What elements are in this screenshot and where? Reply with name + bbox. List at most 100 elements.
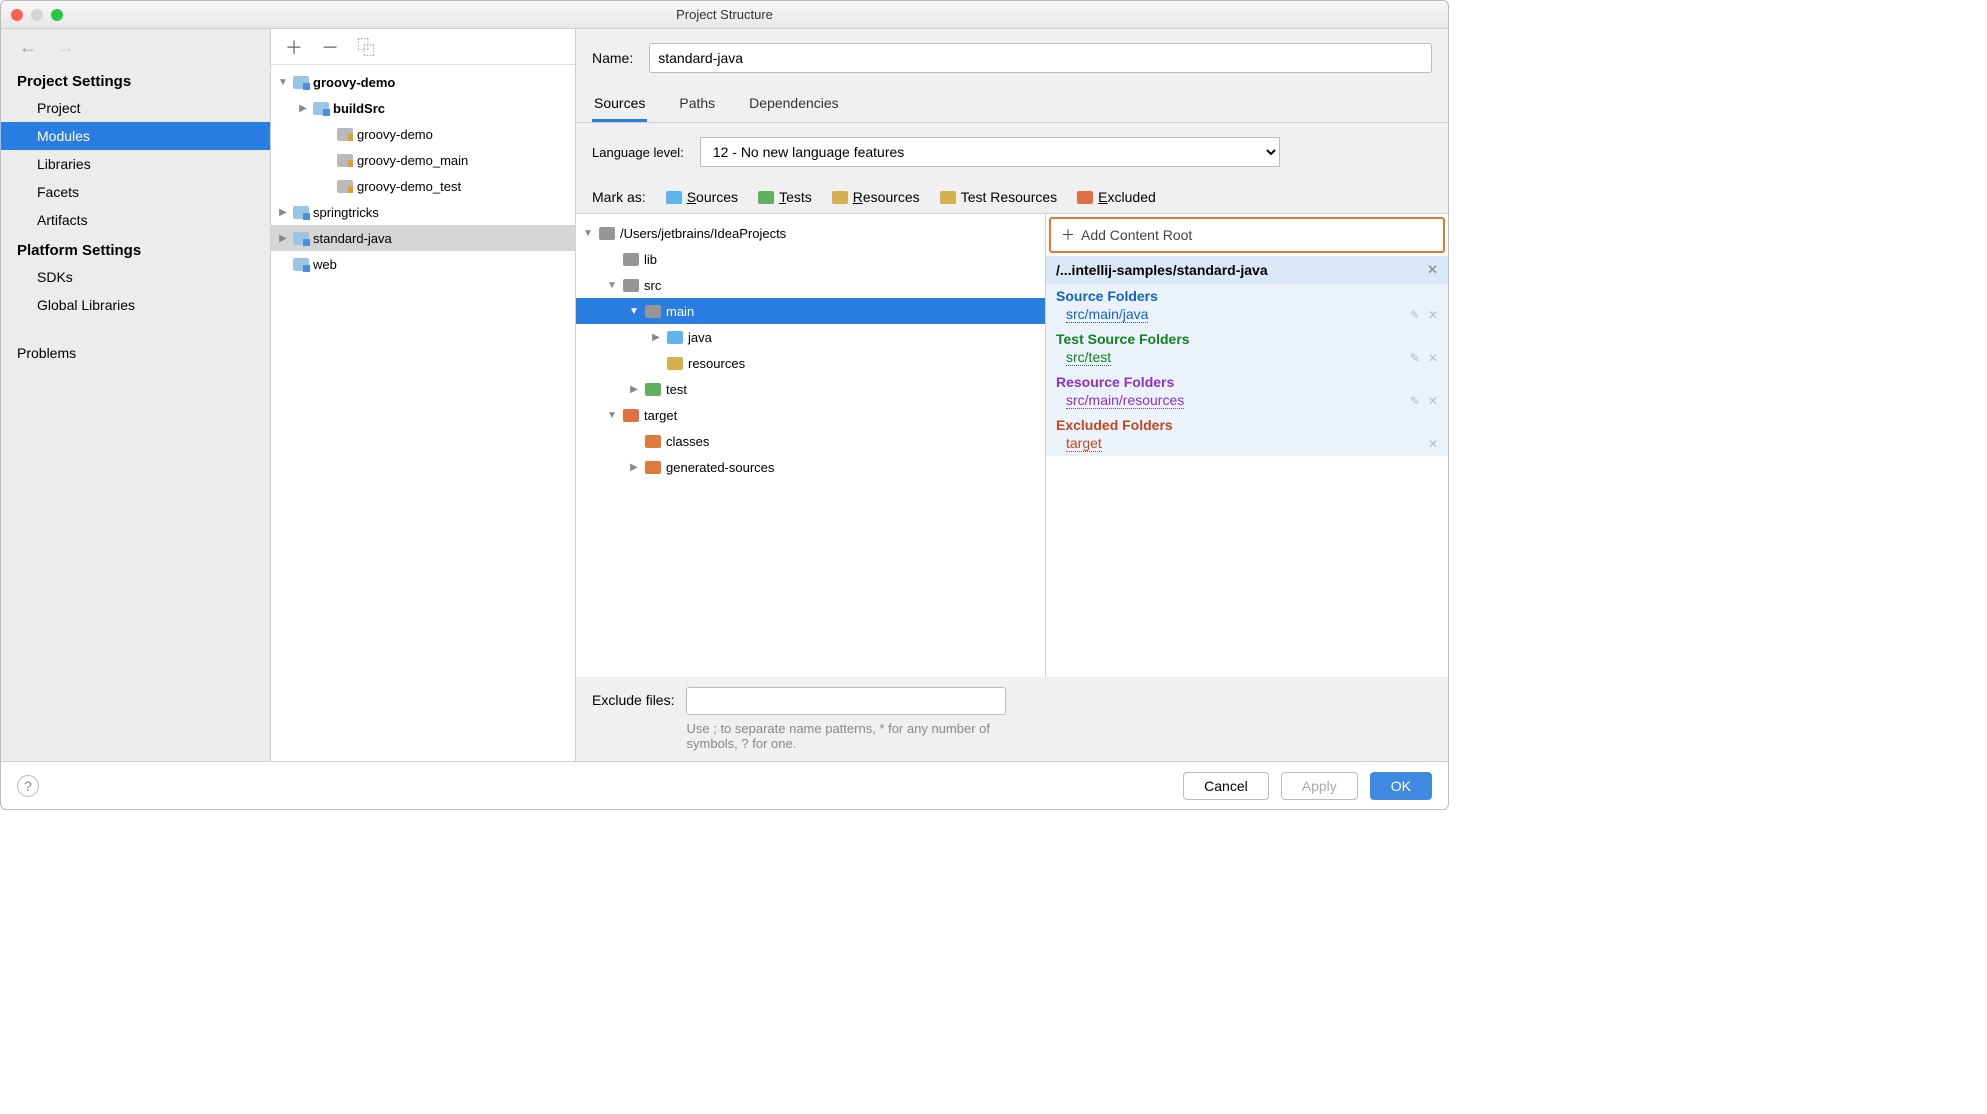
folder-icon — [337, 128, 353, 141]
expand-arrow-icon[interactable]: ▼ — [606, 410, 618, 421]
module-tree-item[interactable]: ▶ springtricks — [271, 199, 575, 225]
content-tree-item[interactable]: ▼src — [576, 272, 1045, 298]
expand-arrow-icon[interactable]: ▶ — [277, 233, 289, 244]
module-label: groovy-demo_main — [357, 153, 468, 168]
module-label: springtricks — [313, 205, 379, 220]
sidebar-item-libraries[interactable]: Libraries — [1, 150, 270, 178]
sidebar-item-facets[interactable]: Facets — [1, 178, 270, 206]
sidebar-item-artifacts[interactable]: Artifacts — [1, 206, 270, 234]
module-tree-item[interactable]: groovy-demo — [271, 121, 575, 147]
folder-label: lib — [644, 252, 657, 267]
content-tree-item[interactable]: classes — [576, 428, 1045, 454]
nav-back-icon[interactable]: ← — [19, 37, 37, 58]
expand-arrow-icon[interactable]: ▼ — [628, 306, 640, 317]
remove-icon[interactable]: ✕ — [1428, 351, 1438, 365]
edit-icon[interactable]: ✎ — [1410, 308, 1420, 322]
module-label: groovy-demo — [357, 127, 433, 142]
tab-sources[interactable]: Sources — [592, 87, 647, 122]
tab-dependencies[interactable]: Dependencies — [747, 87, 841, 122]
sidebar-item-global-libraries[interactable]: Global Libraries — [1, 291, 270, 319]
content-tree-item[interactable]: ▶test — [576, 376, 1045, 402]
mark-as-resources[interactable]: Resources — [832, 189, 920, 205]
folder-group-item[interactable]: target ✕ — [1056, 433, 1438, 454]
help-icon[interactable]: ? — [17, 775, 39, 797]
folder-icon — [1077, 191, 1093, 204]
folder-group-header: Excluded Folders — [1056, 417, 1438, 433]
folder-group-item[interactable]: src/main/resources✎✕ — [1056, 390, 1438, 411]
remove-module-icon[interactable]: － — [321, 34, 339, 60]
mark-as-label: Mark as: — [592, 189, 646, 205]
settings-sidebar: ← → Project SettingsProjectModulesLibrar… — [1, 29, 271, 761]
apply-button[interactable]: Apply — [1281, 772, 1358, 800]
add-module-icon[interactable]: ＋ — [285, 34, 303, 60]
module-tree-item[interactable]: ▼ groovy-demo — [271, 69, 575, 95]
content-tree-item[interactable]: ▼/Users/jetbrains/IdeaProjects — [576, 220, 1045, 246]
sidebar-item-modules[interactable]: Modules — [1, 122, 270, 150]
expand-arrow-icon[interactable]: ▶ — [650, 332, 662, 343]
mark-label: Resources — [853, 189, 920, 205]
mark-as-tests[interactable]: Tests — [758, 189, 812, 205]
module-tree-item[interactable]: ▶standard-java — [271, 225, 575, 251]
mark-as-excluded[interactable]: Excluded — [1077, 189, 1156, 205]
folder-group-header: Source Folders — [1056, 288, 1438, 304]
exclude-files-input[interactable] — [686, 687, 1006, 715]
module-tree-item[interactable]: web — [271, 251, 575, 277]
content-tree-item[interactable]: ▶java — [576, 324, 1045, 350]
expand-arrow-icon[interactable]: ▶ — [628, 462, 640, 473]
folder-icon — [940, 191, 956, 204]
remove-icon[interactable]: ✕ — [1428, 308, 1438, 322]
expand-arrow-icon[interactable]: ▼ — [582, 228, 594, 239]
folder-label: resources — [688, 356, 745, 371]
folder-icon — [758, 191, 774, 204]
minimize-window-button[interactable] — [31, 9, 43, 21]
expand-arrow-icon[interactable]: ▶ — [297, 103, 309, 114]
content-tree-item[interactable]: resources — [576, 350, 1045, 376]
folder-path: target — [1066, 435, 1102, 452]
copy-module-icon[interactable]: ⿻ — [357, 34, 375, 60]
sidebar-item-problems[interactable]: Problems — [1, 339, 270, 367]
module-tree-item[interactable]: ▶buildSrc — [271, 95, 575, 121]
sidebar-item-project[interactable]: Project — [1, 94, 270, 122]
content-tree-item[interactable]: ▶ generated-sources — [576, 454, 1045, 480]
cancel-button[interactable]: Cancel — [1183, 772, 1269, 800]
expand-arrow-icon[interactable]: ▼ — [606, 280, 618, 291]
folder-icon — [623, 409, 639, 422]
mark-as-test-resources[interactable]: Test Resources — [940, 189, 1057, 205]
content-root-header[interactable]: /...intellij-samples/standard-java ✕ — [1046, 256, 1448, 284]
edit-icon[interactable]: ✎ — [1410, 394, 1420, 408]
maximize-window-button[interactable] — [51, 9, 63, 21]
folder-group-item[interactable]: src/main/java✎✕ — [1056, 304, 1438, 325]
folder-path: src/test — [1066, 349, 1111, 366]
folder-group-item[interactable]: src/test ✎ ✕ — [1056, 347, 1438, 368]
close-window-button[interactable] — [11, 9, 23, 21]
folder-label: generated-sources — [666, 460, 774, 475]
folder-icon — [645, 435, 661, 448]
remove-icon[interactable]: ✕ — [1428, 394, 1438, 408]
folder-icon — [337, 154, 353, 167]
expand-arrow-icon[interactable]: ▶ — [277, 207, 289, 218]
content-tree-item[interactable]: ▼main — [576, 298, 1045, 324]
mark-as-sources[interactable]: Sources — [666, 189, 738, 205]
nav-forward-icon[interactable]: → — [57, 37, 75, 58]
module-tree-item[interactable]: groovy-demo_test — [271, 173, 575, 199]
module-label: groovy-demo — [313, 75, 395, 90]
remove-icon[interactable]: ✕ — [1428, 437, 1438, 451]
language-level-select[interactable]: 12 - No new language features — [700, 137, 1280, 167]
exclude-files-label: Exclude files: — [592, 687, 674, 708]
name-label: Name: — [592, 50, 633, 66]
module-name-input[interactable] — [649, 43, 1432, 73]
folder-icon — [623, 253, 639, 266]
expand-arrow-icon[interactable]: ▼ — [277, 77, 289, 88]
tab-paths[interactable]: Paths — [677, 87, 717, 122]
content-tree-item[interactable]: lib — [576, 246, 1045, 272]
remove-root-icon[interactable]: ✕ — [1427, 262, 1438, 278]
module-label: web — [313, 257, 337, 272]
sidebar-item-sdks[interactable]: SDKs — [1, 263, 270, 291]
module-icon — [313, 102, 329, 115]
expand-arrow-icon[interactable]: ▶ — [628, 384, 640, 395]
edit-icon[interactable]: ✎ — [1410, 351, 1420, 365]
add-content-root-button[interactable]: ＋ Add Content Root — [1049, 217, 1445, 253]
module-tree-item[interactable]: groovy-demo_main — [271, 147, 575, 173]
content-tree-item[interactable]: ▼target — [576, 402, 1045, 428]
ok-button[interactable]: OK — [1370, 772, 1432, 800]
